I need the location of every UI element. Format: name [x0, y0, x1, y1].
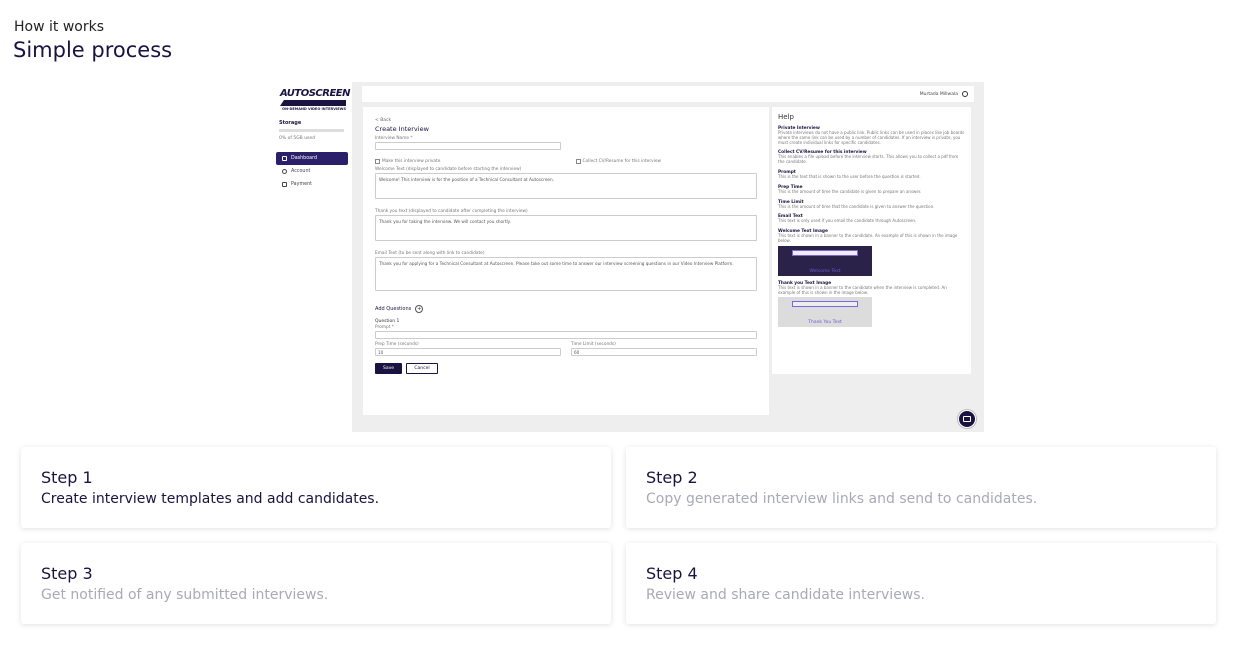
- chat-button[interactable]: [958, 410, 976, 428]
- help-text: This enables a file upload before the in…: [778, 154, 959, 165]
- create-interview-form: < Back Create Interview Interview Name *…: [363, 107, 769, 415]
- mail-icon: [963, 416, 971, 422]
- sidebar-nav: Dashboard Account Payment: [276, 152, 348, 191]
- interview-name-input[interactable]: [375, 142, 561, 150]
- private-checkbox[interactable]: Make this interview private: [375, 159, 440, 164]
- sidebar-item-account[interactable]: Account: [276, 165, 348, 178]
- step-card-2: Step 2 Copy generated interview links an…: [626, 447, 1216, 528]
- user-name: Murtada Millwala: [919, 91, 958, 97]
- prompt-label: Prompt *: [375, 325, 394, 330]
- sidebar-item-payment[interactable]: Payment: [276, 178, 348, 191]
- step-card-1: Step 1 Create interview templates and ad…: [21, 447, 611, 528]
- add-question-button[interactable]: +: [415, 305, 424, 313]
- user-icon[interactable]: [962, 91, 968, 97]
- help-title: Help: [778, 113, 794, 121]
- card-icon: [282, 182, 287, 187]
- storage-used-text: 0% of 5GB used: [279, 136, 316, 141]
- time-limit-input[interactable]: 60: [571, 348, 757, 356]
- help-text: This is the amount of time that the cand…: [778, 203, 935, 209]
- welcome-text-field[interactable]: Welcome! This interview is for the posit…: [375, 173, 757, 199]
- interview-name-label: Interview Name *: [375, 136, 413, 141]
- section-eyebrow: How it works: [14, 19, 104, 35]
- help-text: This text is only used if you email the …: [778, 218, 917, 224]
- thanks-text-field[interactable]: Thank you for taking the interview. We w…: [375, 215, 757, 241]
- welcome-banner-example-image: Welcome Text: [778, 245, 872, 276]
- product-screenshot: AUTOSCREEN ON-DEMAND VIDEO INTERVIEWS St…: [270, 82, 984, 432]
- question-title: Question 1: [375, 319, 400, 324]
- help-panel: Help Private Interview Private interviews…: [772, 107, 971, 374]
- step-title: Step 3: [41, 564, 93, 583]
- prep-time-input[interactable]: 10: [375, 348, 561, 356]
- prompt-input[interactable]: [375, 331, 757, 339]
- email-text-field[interactable]: Thank you for applying for a Technical C…: [375, 257, 757, 291]
- cancel-button[interactable]: Cancel: [406, 363, 438, 374]
- help-text: Private interviews do not have a public …: [778, 130, 965, 145]
- step-title: Step 4: [646, 564, 698, 583]
- step-description: Review and share candidate interviews.: [646, 587, 925, 603]
- save-button[interactable]: Save: [375, 363, 402, 374]
- app-topbar: Murtada Millwala: [362, 86, 974, 102]
- app-main-area: Murtada Millwala < Back Create Interview…: [352, 82, 984, 432]
- time-limit-label: Time Limit (seconds): [571, 342, 616, 347]
- welcome-text-label: Welcome Text (displayed to candidate bef…: [375, 167, 522, 172]
- back-link[interactable]: < Back: [375, 118, 757, 123]
- step-card-4: Step 4 Review and share candidate interv…: [626, 543, 1216, 624]
- step-description: Get notified of any submitted interviews…: [41, 587, 329, 603]
- help-text: This text is shown in a banner to the ca…: [778, 284, 947, 295]
- step-description: Copy generated interview links and send …: [646, 491, 1038, 507]
- step-card-3: Step 3 Get notified of any submitted int…: [21, 543, 611, 624]
- step-description: Create interview templates and add candi…: [41, 491, 380, 507]
- cv-checkbox[interactable]: Collect CV/Resume for this interview: [575, 159, 661, 164]
- step-title: Step 1: [41, 468, 93, 487]
- add-questions-row: Add Questions +: [375, 305, 424, 313]
- section-headline: Simple process: [13, 38, 173, 62]
- help-text: This text is shown in a banner to the ca…: [778, 233, 958, 243]
- step-title: Step 2: [646, 468, 698, 487]
- autoscreen-logo: AUTOSCREEN ON-DEMAND VIDEO INTERVIEWS: [280, 88, 351, 111]
- form-title: Create Interview: [375, 125, 429, 133]
- storage-title: Storage: [279, 120, 302, 126]
- help-text: This is the text that is shown to the us…: [778, 173, 921, 179]
- home-icon: [282, 156, 287, 161]
- thanks-text-label: Thank you text (displayed to candidate a…: [375, 209, 528, 214]
- prep-time-label: Prep Time (seconds): [375, 342, 419, 347]
- help-text: This is the amount of time the candidate…: [778, 188, 922, 194]
- gear-icon: [282, 169, 287, 174]
- storage-progress-bar: [279, 129, 344, 132]
- sidebar-item-dashboard[interactable]: Dashboard: [276, 152, 348, 165]
- email-text-label: Email Text (to be sent along with link t…: [375, 251, 485, 256]
- thanks-banner-example-image: Thank You Text: [778, 297, 872, 328]
